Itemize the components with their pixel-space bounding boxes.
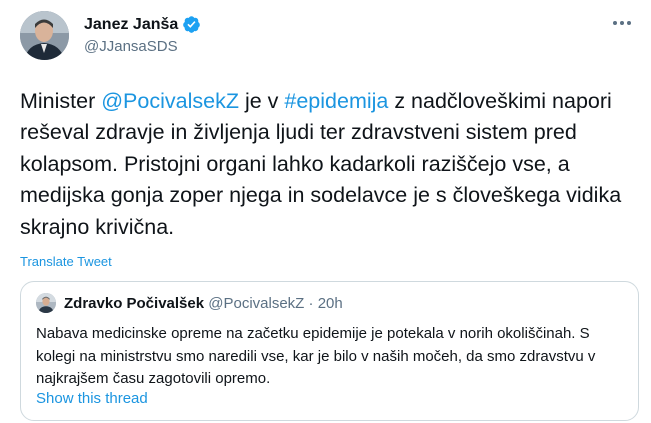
more-options-icon[interactable] <box>611 16 633 28</box>
author-handle[interactable]: @JJansaSDS <box>84 38 178 55</box>
quoted-author-avatar[interactable] <box>36 293 56 313</box>
tweet-card: Janez Janša @JJansaSDS Minister @Pocival… <box>0 0 651 423</box>
verified-badge-icon <box>182 15 201 34</box>
header-separator: · <box>304 295 318 312</box>
quoted-tweet-text: Nabava medicinske opreme na začetku epid… <box>36 325 596 387</box>
quoted-tweet[interactable]: Zdravko Počivalšek @PocivalsekZ · 20h Na… <box>20 281 639 421</box>
quoted-author-handle[interactable]: @PocivalsekZ <box>208 295 304 312</box>
quoted-tweet-time[interactable]: 20h <box>318 295 343 312</box>
quoted-tweet-header: Zdravko Počivalšek @PocivalsekZ · 20h <box>64 295 343 312</box>
translate-tweet-link[interactable]: Translate Tweet <box>20 254 112 269</box>
mention-link[interactable]: @PocivalsekZ <box>101 89 239 113</box>
show-thread-link[interactable]: Show this thread <box>36 390 148 407</box>
author-name[interactable]: Janez Janša <box>84 16 178 34</box>
tweet-text: Minister @PocivalsekZ je v #epidemija z … <box>20 86 635 243</box>
author-avatar[interactable] <box>20 11 69 60</box>
tweet-text-segment: Minister <box>20 89 102 113</box>
tweet-text-segment: je v <box>238 89 285 113</box>
quoted-author-name[interactable]: Zdravko Počivalšek <box>64 295 204 312</box>
author-name-row[interactable]: Janez Janša <box>84 15 201 34</box>
hashtag-link[interactable]: #epidemija <box>284 89 388 113</box>
